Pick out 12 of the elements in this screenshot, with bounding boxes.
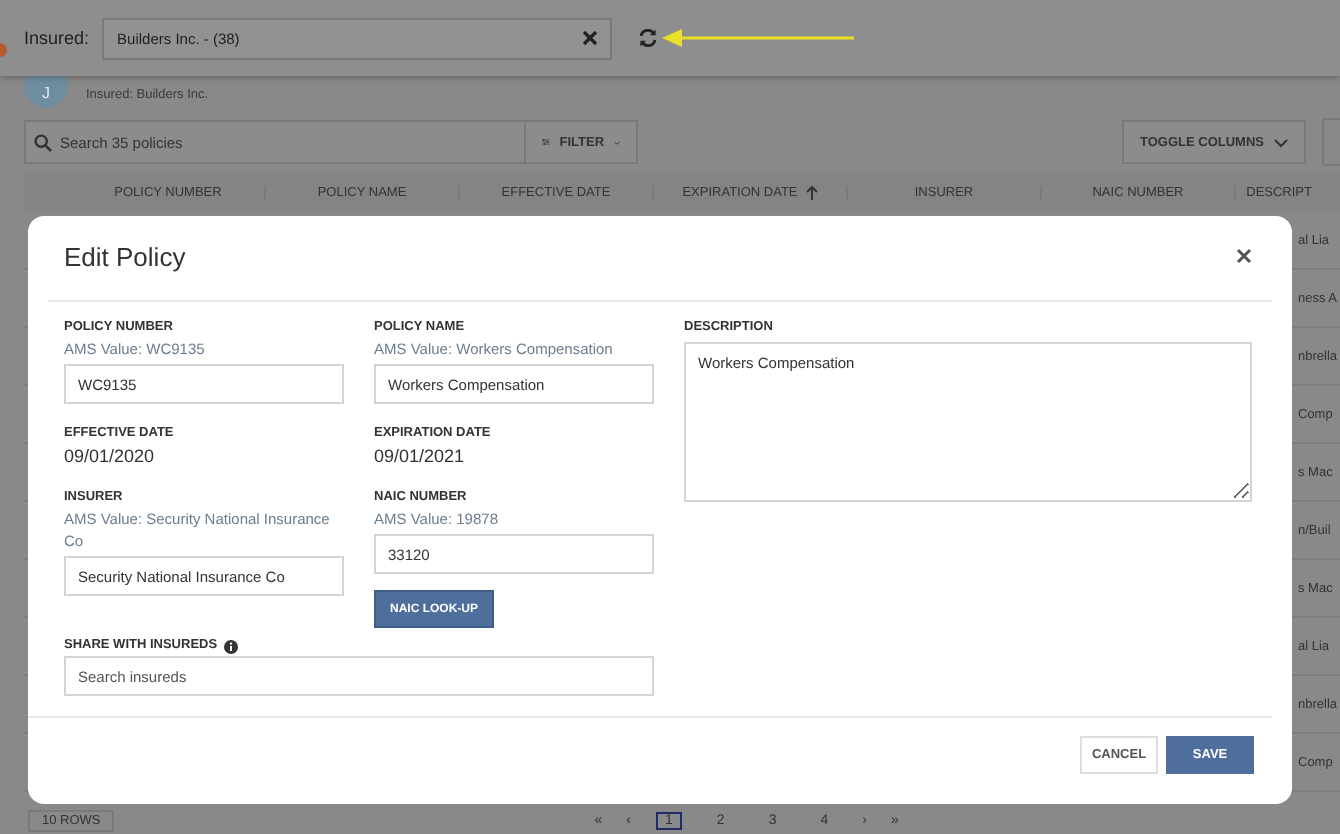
insured-label: Insured: (24, 28, 90, 48)
sort-arrow-icon (805, 185, 818, 199)
clear-icon[interactable] (581, 30, 598, 46)
dialog-title: Edit Policy (64, 241, 186, 271)
date-value: 09/01/2021 (374, 444, 467, 468)
chevron-down-icon (1274, 137, 1288, 147)
info-icon[interactable] (223, 639, 238, 653)
date-value: 09/01/2020 (64, 444, 157, 468)
close-icon[interactable] (1236, 248, 1252, 264)
search-icon (34, 134, 52, 152)
sliders-icon (542, 134, 550, 150)
refresh-icon[interactable] (637, 28, 658, 48)
